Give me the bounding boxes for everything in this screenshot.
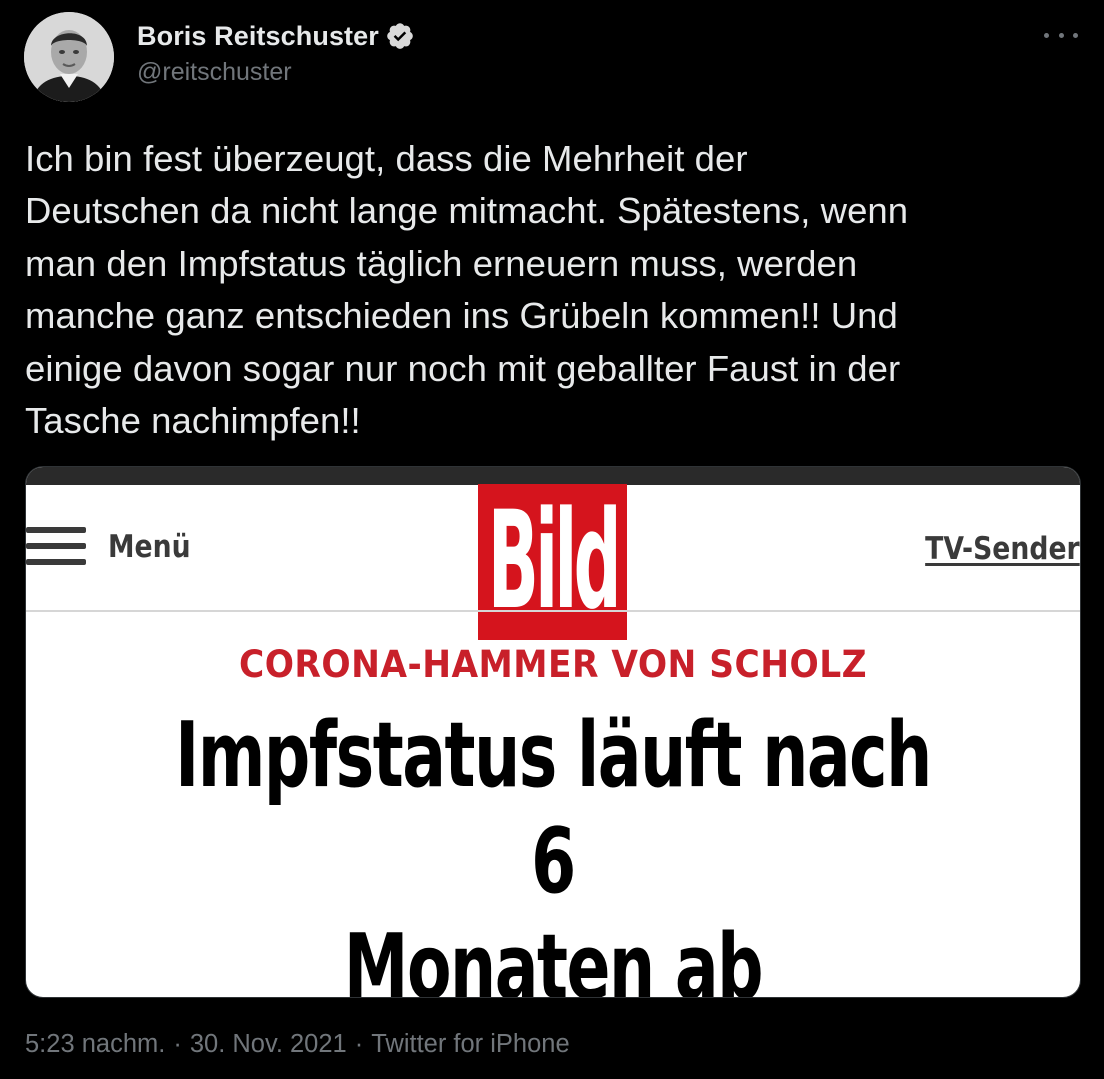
nav-divider [26, 610, 1080, 612]
menu-label: Menü [108, 529, 191, 565]
media-topbar [26, 467, 1080, 485]
tweet: Boris Reitschuster @reitschuster Ich bin… [0, 0, 1104, 1079]
tweet-meta: 5:23 nachm. · 30. Nov. 2021 · Twitter fo… [25, 1030, 570, 1059]
bild-logo: Bild [478, 484, 627, 640]
dot [1044, 32, 1049, 38]
tweet-text: Ich bin fest überzeugt, dass die Mehrhei… [25, 138, 909, 442]
dot [1073, 32, 1078, 38]
tv-sender-label: TV-Sender [925, 531, 1080, 567]
separator: · [354, 1030, 364, 1058]
hamburger-icon [26, 527, 86, 567]
handle[interactable]: @reitschuster [137, 58, 415, 87]
separator: · [173, 1030, 182, 1058]
source-label[interactable]: Twitter for iPhone [371, 1030, 569, 1059]
verified-badge-icon [387, 23, 413, 49]
dot [1058, 32, 1064, 38]
display-name[interactable]: Boris Reitschuster [137, 21, 379, 52]
author-block: Boris Reitschuster @reitschuster [137, 18, 415, 87]
timestamp[interactable]: 5:23 nachm. [25, 1030, 165, 1059]
date[interactable]: 30. Nov. 2021 [190, 1030, 347, 1059]
headline-kicker: CORONA-HAMMER VON SCHOLZ [238, 643, 868, 686]
avatar[interactable] [24, 12, 114, 102]
avatar-photo [24, 12, 114, 102]
headline: Impfstatus läuft nach 6 Monaten ab [175, 703, 932, 998]
name-row: Boris Reitschuster [137, 18, 415, 54]
media-image[interactable]: Menü Bild TV-Sender CORONA-HAMMER VON SC… [25, 466, 1081, 998]
more-horizontal-icon[interactable] [1044, 22, 1078, 48]
